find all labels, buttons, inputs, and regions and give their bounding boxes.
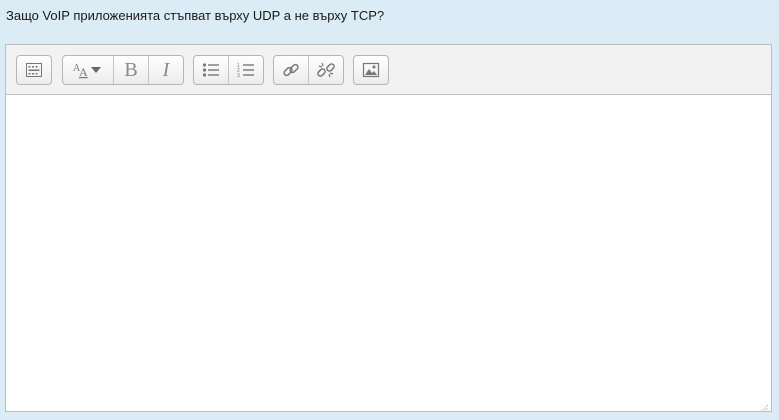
rich-text-editor: A A B I 1 2 3: [5, 44, 772, 412]
resize-handle-icon[interactable]: [759, 399, 769, 412]
bold-button[interactable]: B: [114, 56, 149, 84]
link-button[interactable]: [274, 56, 309, 84]
bold-icon: B: [124, 58, 138, 81]
toolbar-group-lists: 1 2 3: [193, 55, 264, 85]
image-button[interactable]: [354, 56, 388, 84]
italic-button[interactable]: I: [149, 56, 183, 84]
font-style-icon: A A: [71, 61, 105, 79]
question-text: Защо VoIP приложенията стъпват върху UDP…: [6, 8, 385, 23]
ordered-list-button[interactable]: 1 2 3: [229, 56, 263, 84]
svg-text:3: 3: [237, 73, 240, 78]
toolbar-toggle-button[interactable]: [17, 56, 51, 84]
numbered-list-icon: 1 2 3: [237, 62, 255, 78]
editor-toolbar: A A B I 1 2 3: [6, 45, 771, 95]
unlink-button[interactable]: [309, 56, 343, 84]
toolbar-toggle-icon: [25, 62, 43, 78]
link-icon: [282, 61, 300, 79]
svg-text:A: A: [79, 65, 88, 79]
toolbar-group-media: [353, 55, 389, 85]
toolbar-group-format: A A B I: [62, 55, 184, 85]
image-icon: [362, 62, 380, 78]
editor-content-area[interactable]: [6, 95, 771, 411]
unlink-icon: [317, 61, 335, 79]
unordered-list-button[interactable]: [194, 56, 229, 84]
text-style-button[interactable]: A A: [63, 56, 114, 84]
italic-icon: I: [162, 58, 170, 81]
bullet-list-icon: [202, 62, 220, 78]
toolbar-group-toggle: [16, 55, 52, 85]
toolbar-group-links: [273, 55, 344, 85]
